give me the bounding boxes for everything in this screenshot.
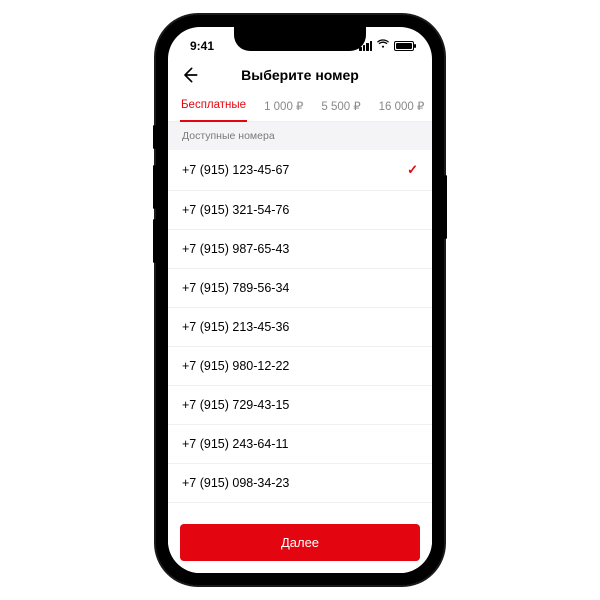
phone-number: +7 (915) 213-45-36 [182, 320, 289, 334]
phone-frame: 9:41 Выберите номер Бесплатные 1 000 ₽ [156, 15, 444, 585]
phone-number: +7 (915) 321-54-76 [182, 203, 289, 217]
price-tabs: Бесплатные 1 000 ₽ 5 500 ₽ 16 000 ₽ [168, 91, 432, 122]
wifi-icon [376, 38, 390, 52]
number-row[interactable]: +7 (915) 243-64-11 [168, 425, 432, 464]
number-list[interactable]: +7 (915) 123-45-67 ✓ +7 (915) 321-54-76 +7 … [168, 150, 432, 516]
nav-bar: Выберите номер [168, 59, 432, 91]
page-title: Выберите номер [241, 67, 359, 83]
number-row[interactable]: +7 (915) 234-34-34 [168, 503, 432, 516]
screen: 9:41 Выберите номер Бесплатные 1 000 ₽ [168, 27, 432, 573]
phone-number: +7 (915) 243-64-11 [182, 437, 288, 451]
phone-number: +7 (915) 098-34-23 [182, 476, 289, 490]
arrow-left-icon [180, 65, 200, 85]
number-row[interactable]: +7 (915) 321-54-76 [168, 191, 432, 230]
battery-icon [394, 41, 414, 51]
phone-number: +7 (915) 729-43-15 [182, 398, 289, 412]
continue-button[interactable]: Далее [180, 524, 420, 561]
tab-1000[interactable]: 1 000 ₽ [255, 91, 312, 121]
number-row[interactable]: +7 (915) 123-45-67 ✓ [168, 150, 432, 191]
number-row[interactable]: +7 (915) 987-65-43 [168, 230, 432, 269]
status-time: 9:41 [190, 39, 214, 53]
tab-16000[interactable]: 16 000 ₽ [370, 91, 432, 121]
tab-free[interactable]: Бесплатные [172, 91, 255, 121]
number-row[interactable]: +7 (915) 213-45-36 [168, 308, 432, 347]
number-row[interactable]: +7 (915) 098-34-23 [168, 464, 432, 503]
check-icon: ✓ [407, 162, 418, 178]
phone-number: +7 (915) 123-45-67 [182, 163, 289, 177]
section-header: Доступные номера [168, 122, 432, 150]
number-row[interactable]: +7 (915) 729-43-15 [168, 386, 432, 425]
footer: Далее [168, 516, 432, 573]
phone-number: +7 (915) 789-56-34 [182, 281, 289, 295]
number-row[interactable]: +7 (915) 789-56-34 [168, 269, 432, 308]
phone-number: +7 (915) 987-65-43 [182, 242, 289, 256]
back-button[interactable] [180, 65, 200, 85]
tab-5500[interactable]: 5 500 ₽ [312, 91, 369, 121]
phone-number: +7 (915) 980-12-22 [182, 359, 289, 373]
number-row[interactable]: +7 (915) 980-12-22 [168, 347, 432, 386]
notch [234, 27, 366, 51]
